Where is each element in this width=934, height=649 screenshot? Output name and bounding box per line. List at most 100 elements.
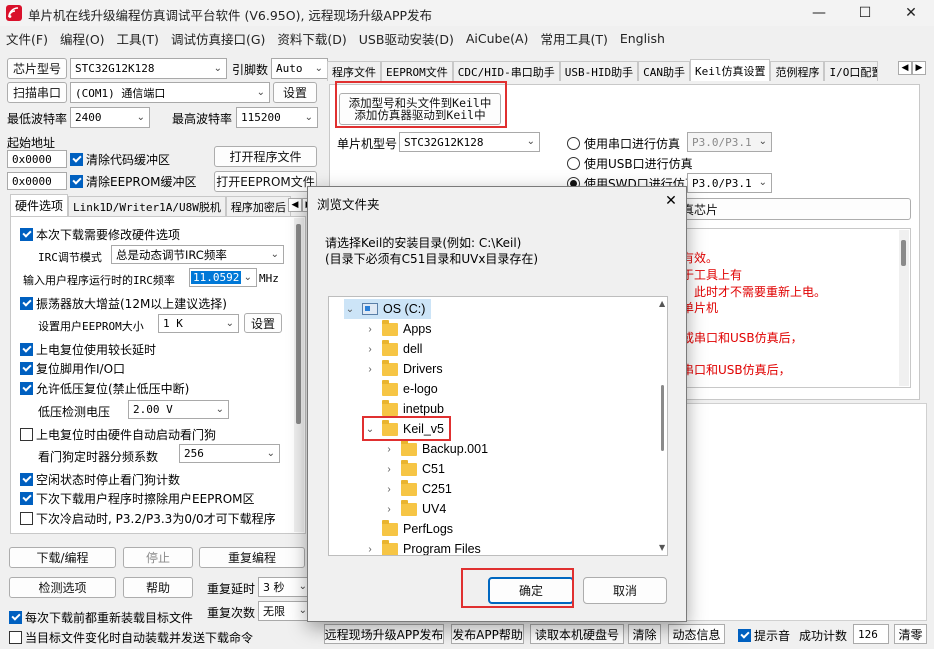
code-start-address-input[interactable]: 0x0000	[7, 150, 67, 168]
chevron-right-icon[interactable]: ›	[383, 504, 395, 515]
menu-download[interactable]: 资料下载(D)	[271, 29, 352, 48]
help-button[interactable]: 帮助	[123, 577, 193, 598]
menu-common-tools[interactable]: 常用工具(T)	[534, 29, 613, 48]
mcu-model-select[interactable]: STC32G12K128 ⌄	[399, 132, 540, 152]
download-program-button[interactable]: 下载/编程	[9, 547, 116, 568]
min-baud-select[interactable]: 2400 ⌄	[70, 107, 150, 128]
maximize-icon[interactable]: ☐	[842, 0, 888, 26]
tab-scroll-left-icon[interactable]: ◀	[898, 61, 912, 75]
chevron-right-icon[interactable]: ›	[383, 484, 395, 495]
repeat-count-select[interactable]: 无限 ⌄	[258, 601, 312, 621]
reload-before-download-checkbox[interactable]: 每次下载前都重新装载目标文件	[9, 609, 193, 626]
scroll-down-icon[interactable]: ▼	[659, 543, 665, 552]
tab-keil-sim[interactable]: Keil仿真设置	[689, 59, 771, 81]
menu-aicube[interactable]: AiCube(A)	[460, 31, 535, 46]
scan-port-button[interactable]: 扫描串口	[7, 82, 67, 103]
tree-item-drivers[interactable]: › Drivers	[364, 359, 443, 379]
menu-usb-driver[interactable]: USB驱动安装(D)	[353, 29, 460, 48]
dialog-close-icon[interactable]: ✕	[660, 191, 682, 211]
serial-sim-port-select[interactable]: P3.0/P3.1 ⌄	[687, 132, 772, 152]
wdt-auto-checkbox[interactable]: 上电复位时由硬件自动启动看门狗	[20, 426, 216, 443]
tree-item-e-logo[interactable]: e-logo	[364, 379, 438, 399]
chevron-right-icon[interactable]: ›	[364, 344, 376, 355]
close-icon[interactable]: ✕	[888, 0, 934, 26]
tree-item-backup[interactable]: › Backup.001	[383, 439, 488, 459]
auto-send-on-change-checkbox[interactable]: 当目标文件变化时自动装载并发送下载命令	[9, 629, 253, 646]
tree-item-os-c[interactable]: ⌄ OS (C:)	[344, 299, 432, 319]
clear-eeprom-buffer-checkbox[interactable]: 清除EEPROM缓冲区	[70, 173, 197, 190]
irc-mode-select[interactable]: 总是动态调节IRC频率 ⌄	[111, 245, 284, 264]
lvd-reset-checkbox[interactable]: 允许低压复位(禁止低压中断)	[20, 380, 189, 397]
publish-app-help-button[interactable]: 发布APP帮助	[451, 624, 524, 644]
eeprom-size-set-button[interactable]: 设置	[244, 313, 282, 333]
chevron-down-icon[interactable]: ⌄	[344, 304, 356, 315]
eeprom-size-select[interactable]: 1 K ⌄	[158, 314, 239, 333]
menu-debug[interactable]: 调试仿真接口(G)	[165, 29, 271, 48]
repeat-program-button[interactable]: 重复编程	[199, 547, 305, 568]
reset-io-checkbox[interactable]: 复位脚用作I/O口	[20, 360, 125, 377]
tree-item-uv4[interactable]: › UV4	[383, 499, 446, 519]
erase-eeprom-checkbox[interactable]: 下次下载用户程序时擦除用户EEPROM区	[20, 490, 255, 507]
clear-code-buffer-checkbox[interactable]: 清除代码缓冲区	[70, 151, 170, 168]
long-delay-checkbox[interactable]: 上电复位使用较长延时	[20, 341, 156, 358]
usb-sim-radio[interactable]: 使用USB口进行仿真	[567, 155, 693, 172]
chevron-right-icon[interactable]: ›	[364, 324, 376, 335]
remote-upgrade-button[interactable]: 远程现场升级APP发布	[324, 624, 444, 644]
open-eeprom-file-button[interactable]: 打开EEPROM文件	[214, 171, 317, 192]
pin-count-select[interactable]: Auto ⌄	[271, 58, 328, 79]
serial-sim-radio[interactable]: 使用串口进行仿真	[567, 135, 680, 152]
tab-scroll-right-icon[interactable]: ▶	[912, 61, 926, 75]
menu-tools[interactable]: 工具(T)	[111, 29, 165, 48]
com-port-select[interactable]: (COM1) 通信端口 ⌄	[70, 82, 270, 103]
tab-examples[interactable]: 范例程序	[770, 61, 825, 81]
max-baud-select[interactable]: 115200 ⌄	[236, 107, 318, 128]
read-disk-id-button[interactable]: 读取本机硬盘号	[530, 624, 624, 644]
chip-type-select[interactable]: STC32G12K128 ⌄	[70, 58, 227, 79]
dynamic-info-button[interactable]: 动态信息	[668, 624, 725, 644]
tree-item-c51[interactable]: › C51	[383, 459, 445, 479]
scrollbar-thumb[interactable]	[296, 224, 301, 424]
stop-button[interactable]: 停止	[123, 547, 193, 568]
check-options-button[interactable]: 检测选项	[9, 577, 116, 598]
chevron-right-icon[interactable]: ›	[383, 444, 395, 455]
tab-program-encrypt[interactable]: 程序加密后	[225, 196, 291, 216]
tab-program-file[interactable]: 程序文件	[327, 61, 381, 81]
tree-item-c251[interactable]: › C251	[383, 479, 452, 499]
osc-gain-checkbox[interactable]: 振荡器放大增益(12M以上建议选择)	[20, 295, 227, 312]
chevron-right-icon[interactable]: ›	[383, 464, 395, 475]
tab-link1d-offline[interactable]: Link1D/Writer1A/U8W脱机	[68, 196, 226, 216]
tree-item-program-files[interactable]: › Program Files	[364, 539, 481, 555]
reset-count-button[interactable]: 清零	[894, 624, 927, 644]
tab-io-config[interactable]: I/O口配置	[824, 61, 879, 81]
tab-can[interactable]: CAN助手	[638, 61, 690, 81]
eeprom-start-address-input[interactable]: 0x0000	[7, 172, 67, 190]
tab-hardware-options[interactable]: 硬件选项	[10, 194, 69, 216]
menu-english[interactable]: English	[614, 31, 671, 46]
scrollbar-thumb[interactable]	[901, 240, 906, 266]
beep-checkbox[interactable]: 提示音	[738, 627, 790, 644]
sim-notes-scrollbar[interactable]	[899, 230, 909, 386]
chevron-right-icon[interactable]: ›	[364, 544, 376, 555]
menu-file[interactable]: 文件(F)	[0, 29, 54, 48]
tab-scroll-left-icon[interactable]: ◀	[288, 198, 302, 212]
minimize-icon[interactable]: —	[796, 0, 842, 26]
chevron-right-icon[interactable]: ›	[364, 364, 376, 375]
swd-sim-port-select[interactable]: P3.0/P3.1 ⌄	[687, 173, 772, 193]
scroll-up-icon[interactable]: ▲	[659, 299, 665, 308]
cancel-button[interactable]: 取消	[583, 577, 667, 604]
tree-item-apps[interactable]: › Apps	[364, 319, 432, 339]
hardware-options-scrollbar[interactable]	[294, 218, 304, 532]
idle-wdt-checkbox[interactable]: 空闲状态时停止看门狗计数	[20, 471, 180, 488]
modify-hw-checkbox[interactable]: 本次下载需要修改硬件选项	[20, 226, 180, 243]
p32-cold-start-checkbox[interactable]: 下次冷启动时, P3.2/P3.3为0/0才可下载程序	[20, 510, 276, 527]
clear-log-button[interactable]: 清除	[628, 624, 661, 644]
port-settings-button[interactable]: 设置	[273, 82, 317, 103]
scrollbar-thumb[interactable]	[661, 385, 664, 451]
repeat-delay-select[interactable]: 3 秒 ⌄	[258, 577, 312, 597]
irc-freq-select[interactable]: 11.0592 ⌄	[189, 268, 257, 287]
lvd-voltage-select[interactable]: 2.00 V ⌄	[128, 400, 229, 419]
tab-usb-hid[interactable]: USB-HID助手	[559, 61, 639, 81]
tree-item-dell[interactable]: › dell	[364, 339, 422, 359]
menu-program[interactable]: 编程(O)	[54, 29, 111, 48]
wdt-divider-select[interactable]: 256 ⌄	[179, 444, 280, 463]
